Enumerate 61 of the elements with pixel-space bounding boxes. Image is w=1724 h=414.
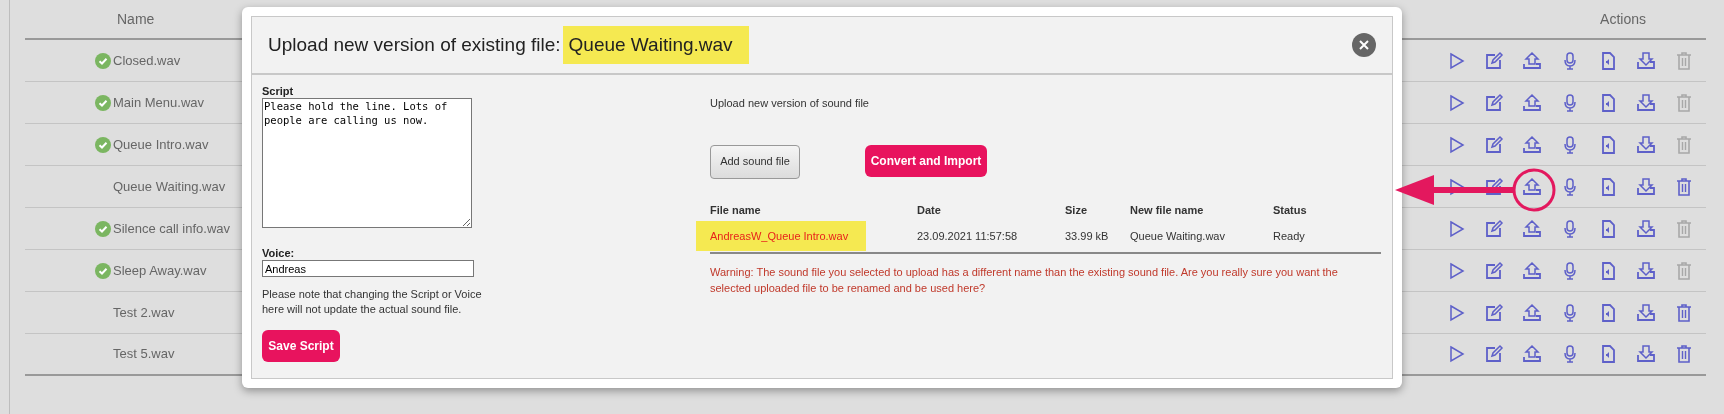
download-icon[interactable] — [1636, 218, 1656, 239]
add-sound-file-button[interactable]: Add sound file — [710, 144, 800, 179]
download-icon[interactable] — [1636, 176, 1656, 197]
close-button[interactable] — [1352, 33, 1376, 57]
upload-icon[interactable] — [1522, 218, 1542, 239]
file-name-highlight: Queue Waiting.wav — [562, 25, 749, 65]
trash-icon[interactable] — [1674, 344, 1694, 364]
edit-icon[interactable] — [1484, 218, 1504, 239]
trash-icon[interactable] — [1674, 176, 1694, 197]
download-icon[interactable] — [1636, 302, 1656, 323]
field-label: Script — [262, 85, 295, 98]
file-name-highlight: AndreasW_Queue Intro.wav — [696, 220, 866, 252]
convert-and-import-button[interactable]: Convert and Import — [865, 144, 987, 177]
upload-icon[interactable] — [1522, 176, 1542, 197]
table-cell-text: Queue Waiting.wav — [1130, 228, 1226, 244]
file-name-cell-text: Sleep Away.wav — [113, 261, 207, 280]
file-name-cell-text: Queue Intro.wav — [113, 135, 209, 154]
upload-icon[interactable] — [1522, 302, 1542, 323]
dialog-title: Upload new version of existing file: — [268, 32, 561, 57]
column-header: Date — [917, 202, 942, 218]
column-header: Actions — [1600, 9, 1646, 29]
column-header: Size — [1065, 202, 1088, 218]
upload-icon[interactable] — [1522, 50, 1542, 71]
file-name-cell-text: Test 2.wav — [113, 303, 175, 322]
column-header: Status — [1273, 202, 1308, 218]
table-cell-text: 33.99 kB — [1065, 228, 1110, 244]
edit-icon[interactable] — [1484, 344, 1504, 364]
save-script-button[interactable]: Save Script — [262, 330, 340, 362]
upload-icon[interactable] — [1522, 260, 1542, 281]
download-icon[interactable] — [1636, 344, 1656, 364]
upload-icon[interactable] — [1522, 92, 1542, 113]
download-icon[interactable] — [1636, 92, 1656, 113]
table-cell-text: Ready — [1273, 228, 1306, 244]
file-name-cell-text: Test 5.wav — [113, 345, 175, 364]
upload-label: Upload new version of sound file — [710, 96, 870, 111]
warning-text: Warning: The sound file you selected to upload has a different name than the existing sound file. Are you really sure you want the selected uploaded file to be renamed and be used here? — [710, 265, 1339, 296]
download-icon[interactable] — [1636, 260, 1656, 281]
edit-icon[interactable] — [1484, 176, 1504, 197]
column-header: New file name — [1130, 202, 1205, 218]
download-icon[interactable] — [1636, 134, 1656, 155]
edit-icon[interactable] — [1484, 92, 1504, 113]
column-header: File name — [710, 202, 762, 218]
file-name-cell-text: Main Menu.wav — [113, 93, 205, 112]
upload-icon[interactable] — [1522, 344, 1542, 364]
voice-field[interactable]: Andreas — [262, 260, 474, 277]
upload-icon[interactable] — [1522, 134, 1542, 155]
file-name-cell-text: Queue Waiting.wav — [113, 177, 226, 196]
edit-icon[interactable] — [1484, 302, 1504, 323]
field-label: Voice: — [262, 247, 296, 260]
file-name-cell-text: Closed.wav — [113, 51, 181, 70]
script-field[interactable]: Please hold the line. Lots of people are calling us now. — [262, 98, 472, 228]
note-text: Please note that changing the Script or Voice here will not update the actual sound file. — [262, 287, 483, 317]
edit-icon[interactable] — [1484, 260, 1504, 281]
trash-icon[interactable] — [1674, 302, 1694, 323]
column-header: Name — [117, 9, 155, 29]
close-icon — [1359, 40, 1369, 50]
edit-icon[interactable] — [1484, 50, 1504, 71]
edit-icon[interactable] — [1484, 134, 1504, 155]
download-icon[interactable] — [1636, 50, 1656, 71]
table-cell-text: 23.09.2021 11:57:58 — [917, 228, 1019, 244]
file-name-cell-text: Silence call info.wav — [113, 219, 231, 238]
